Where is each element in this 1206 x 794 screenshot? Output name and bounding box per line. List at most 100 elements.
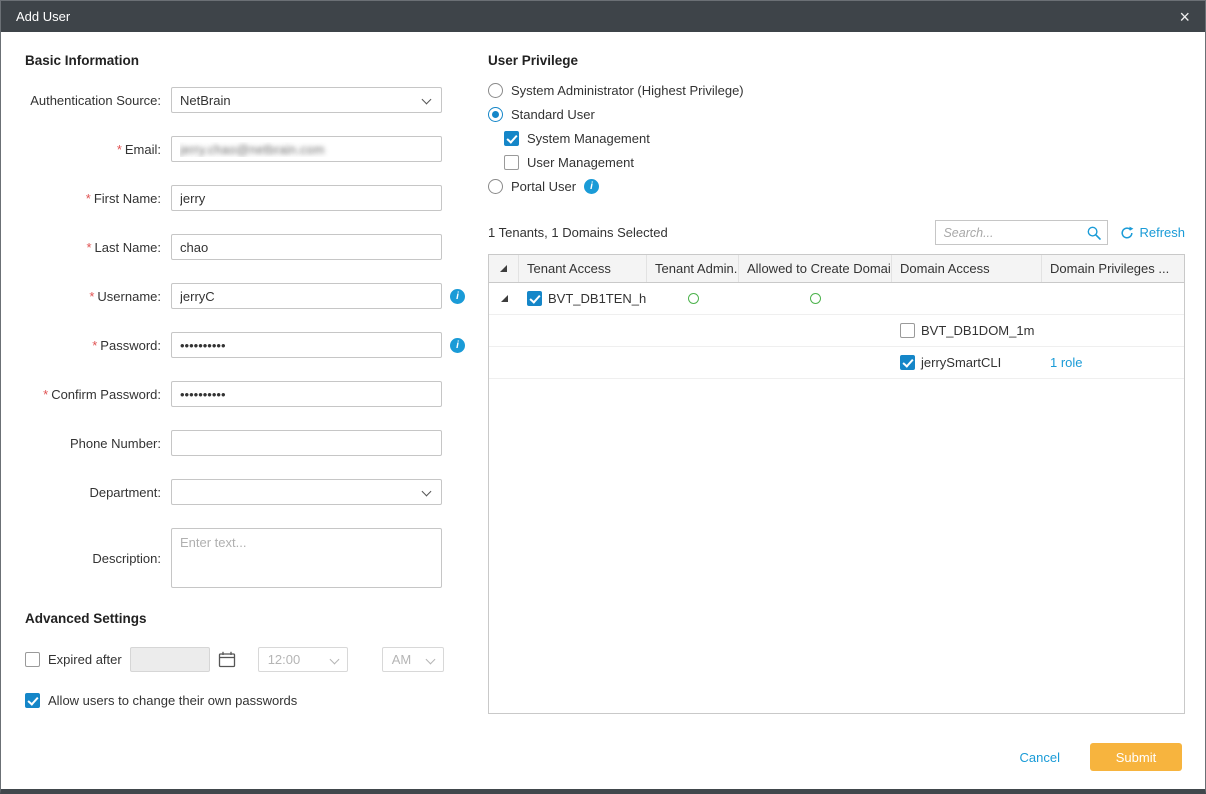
- empty-cell: [739, 347, 892, 378]
- suboption-system-management: System Management: [504, 131, 1185, 146]
- first-name-label-text: First Name:: [94, 191, 161, 206]
- domain-access-cell: BVT_DB1DOM_1m: [892, 315, 1042, 346]
- tenant-checkbox[interactable]: [527, 291, 542, 306]
- role-link[interactable]: 1 role: [1050, 355, 1083, 370]
- allow-password-change-checkbox[interactable]: [25, 693, 40, 708]
- tenant-admin-cell: [647, 283, 739, 314]
- system-management-checkbox[interactable]: [504, 131, 519, 146]
- col-header-tenant-access[interactable]: Tenant Access: [519, 255, 647, 282]
- info-icon[interactable]: i: [450, 338, 465, 353]
- standard-user-radio[interactable]: [488, 107, 503, 122]
- header-expand-cell: [489, 255, 519, 282]
- refresh-label: Refresh: [1139, 225, 1185, 240]
- phone-row: Phone Number:: [25, 430, 475, 456]
- user-management-label: User Management: [527, 155, 634, 170]
- empty-cell: [647, 347, 739, 378]
- empty-cell: [647, 315, 739, 346]
- system-management-label: System Management: [527, 131, 650, 146]
- expired-after-label: Expired after: [48, 652, 122, 667]
- expired-after-row: Expired after 12:00 AM: [25, 647, 475, 672]
- last-name-field[interactable]: [171, 234, 442, 260]
- tenant-expand-cell: [489, 283, 519, 314]
- required-asterisk: *: [117, 142, 122, 157]
- department-select[interactable]: [171, 479, 442, 505]
- tenant-row: BVT_DB1TEN_hlu!: [489, 283, 1184, 315]
- standard-user-label: Standard User: [511, 107, 595, 122]
- email-label-text: Email:: [125, 142, 161, 157]
- basic-info-section: Basic Information Authentication Source:…: [25, 53, 475, 708]
- col-header-domain-access[interactable]: Domain Access: [892, 255, 1042, 282]
- search-icon[interactable]: [1086, 225, 1102, 241]
- tenant-admin-indicator[interactable]: [688, 293, 699, 304]
- last-name-label-text: Last Name:: [95, 240, 161, 255]
- confirm-password-label-text: Confirm Password:: [51, 387, 161, 402]
- tenant-selection-bar: 1 Tenants, 1 Domains Selected: [488, 220, 1185, 245]
- domain-checkbox[interactable]: [900, 355, 915, 370]
- allowed-create-domain-indicator[interactable]: [810, 293, 821, 304]
- username-label-text: Username:: [97, 289, 161, 304]
- allowed-create-domain-cell: [739, 283, 892, 314]
- system-admin-radio[interactable]: [488, 83, 503, 98]
- expiration-ampm-select[interactable]: AM: [382, 647, 444, 672]
- confirm-password-field[interactable]: [171, 381, 442, 407]
- tenant-domain-table: Tenant Access Tenant Admin... Allowed to…: [488, 254, 1185, 714]
- first-name-label: *First Name:: [25, 191, 171, 206]
- domain-name: jerrySmartCLI: [921, 355, 1001, 370]
- info-icon[interactable]: i: [450, 289, 465, 304]
- domain-row: jerrySmartCLI 1 role: [489, 347, 1184, 379]
- username-field[interactable]: [171, 283, 442, 309]
- email-label: *Email:: [25, 142, 171, 157]
- password-label-text: Password:: [100, 338, 161, 353]
- col-header-allowed-create-domain[interactable]: Allowed to Create Domain ...: [739, 255, 892, 282]
- submit-button[interactable]: Submit: [1090, 743, 1182, 771]
- email-field[interactable]: [171, 136, 442, 162]
- info-icon[interactable]: i: [584, 179, 599, 194]
- required-asterisk: *: [86, 240, 91, 255]
- refresh-button[interactable]: Refresh: [1120, 225, 1185, 240]
- empty-cell: [489, 347, 519, 378]
- close-icon[interactable]: ×: [1179, 8, 1190, 26]
- first-name-field[interactable]: [171, 185, 442, 211]
- tenant-name: BVT_DB1TEN_hlu!: [548, 291, 647, 306]
- auth-source-row: Authentication Source: NetBrain: [25, 87, 475, 113]
- privilege-option-portal-user: Portal User i: [488, 179, 1185, 194]
- password-field[interactable]: [171, 332, 442, 358]
- domain-checkbox[interactable]: [900, 323, 915, 338]
- phone-field[interactable]: [171, 430, 442, 456]
- domain-name: BVT_DB1DOM_1m: [921, 323, 1034, 338]
- expiration-ampm-value: AM: [392, 652, 412, 667]
- add-user-dialog: Add User × Basic Information Authenticat…: [0, 0, 1206, 794]
- user-management-checkbox[interactable]: [504, 155, 519, 170]
- cancel-button[interactable]: Cancel: [1020, 750, 1060, 765]
- calendar-icon[interactable]: [218, 651, 236, 668]
- expiration-date-input[interactable]: [130, 647, 210, 672]
- required-asterisk: *: [89, 289, 94, 304]
- domain-access-cell: jerrySmartCLI: [892, 347, 1042, 378]
- advanced-settings-heading: Advanced Settings: [25, 611, 475, 626]
- expiration-time-select[interactable]: 12:00: [258, 647, 348, 672]
- tenant-search-box: [935, 220, 1108, 245]
- last-name-row: * Last Name:: [25, 234, 475, 260]
- col-header-domain-privileges[interactable]: Domain Privileges ...: [1042, 255, 1184, 282]
- confirm-password-row: *Confirm Password:: [25, 381, 475, 407]
- department-row: Department:: [25, 479, 475, 505]
- portal-user-radio[interactable]: [488, 179, 503, 194]
- col-header-tenant-admin[interactable]: Tenant Admin...: [647, 255, 739, 282]
- privilege-option-standard-user: Standard User: [488, 107, 1185, 122]
- required-asterisk: *: [43, 387, 48, 402]
- expiration-time-value: 12:00: [268, 652, 301, 667]
- auth-source-select[interactable]: NetBrain: [171, 87, 442, 113]
- privilege-option-system-admin: System Administrator (Highest Privilege): [488, 83, 1185, 98]
- portal-user-label: Portal User: [511, 179, 576, 194]
- description-label: Description:: [25, 551, 171, 566]
- allow-password-change-label: Allow users to change their own password…: [48, 693, 297, 708]
- phone-label-text: Phone Number:: [70, 436, 161, 451]
- description-field[interactable]: [171, 528, 442, 588]
- refresh-icon: [1120, 226, 1134, 240]
- dialog-titlebar: Add User ×: [1, 1, 1205, 32]
- expand-all-icon[interactable]: [500, 265, 507, 272]
- collapse-row-icon[interactable]: [501, 295, 508, 302]
- search-input[interactable]: [943, 226, 1086, 240]
- required-asterisk: *: [92, 338, 97, 353]
- expired-after-checkbox[interactable]: [25, 652, 40, 667]
